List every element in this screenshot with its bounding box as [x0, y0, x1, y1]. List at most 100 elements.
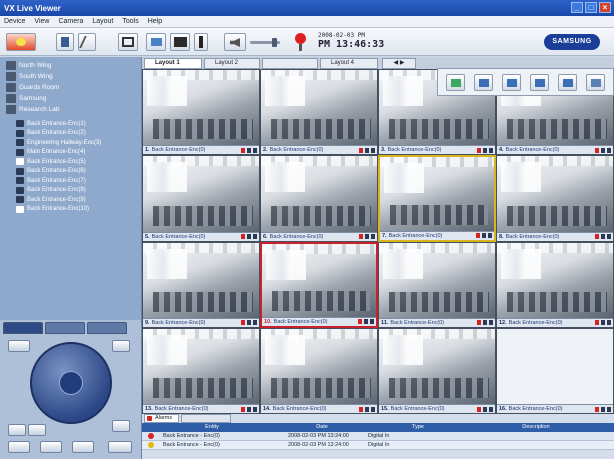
tree-camera[interactable]: Back Entrance-Enc(2)	[4, 129, 137, 139]
tree-group[interactable]: North Wing	[4, 60, 137, 71]
tab-alarms[interactable]: Alarms	[144, 414, 180, 423]
alarm-entity: Back Entrance - Enc(0)	[142, 432, 282, 440]
screen-custom-button[interactable]	[558, 74, 577, 91]
ptz-joystick[interactable]	[30, 342, 112, 424]
cell-number: 5.	[145, 233, 150, 240]
tree-group[interactable]: South Wing	[4, 71, 137, 82]
video-cell[interactable]: 6. Back Entrance-Enc(0)	[260, 155, 378, 242]
video-cell[interactable]: 8. Back Entrance-Enc(0)	[496, 155, 614, 242]
column-description[interactable]: Description	[474, 423, 598, 432]
screen-1x1-button[interactable]	[446, 74, 465, 91]
device-list-button[interactable]	[56, 33, 74, 51]
column-date[interactable]: Date	[282, 423, 362, 432]
focus-near-button[interactable]	[8, 441, 30, 453]
tab-scroll-buttons[interactable]: ◀ ▶	[382, 58, 416, 69]
video-cell-empty[interactable]: 16. Back Entrance-Enc(0)	[496, 327, 614, 414]
cell-camera-name: Back Entrance-Enc(0)	[151, 233, 206, 240]
zoom-out-button[interactable]	[28, 424, 46, 436]
tree-camera-label: Back Entrance-Enc(6)	[27, 168, 86, 175]
menu-tools[interactable]: Tools	[122, 18, 138, 25]
column-type[interactable]: Type	[362, 423, 474, 432]
fullscreen-button[interactable]	[586, 74, 605, 91]
tree-camera[interactable]: Back Entrance-Enc(10)	[4, 205, 137, 215]
screen-3x3-button[interactable]	[502, 74, 521, 91]
video-cell[interactable]: 13. Back Entrance-Enc(0)	[142, 327, 260, 414]
audio-icon	[247, 234, 251, 239]
tree-camera[interactable]: Engineering Hallway-Enc(3)	[4, 138, 137, 148]
playback-button[interactable]	[170, 33, 190, 51]
tab-ptz[interactable]	[3, 322, 43, 334]
video-cell[interactable]: 14. Back Entrance-Enc(0)	[260, 327, 378, 414]
tree-group[interactable]: Samsung	[4, 93, 137, 104]
record-icon	[241, 234, 245, 239]
cell-label: 13. Back Entrance-Enc(0)	[143, 404, 259, 413]
menu-help[interactable]: Help	[148, 18, 162, 25]
video-cell-alarm[interactable]: 10. Back Entrance-Enc(0)	[260, 241, 378, 328]
close-button[interactable]: ×	[599, 2, 611, 13]
tab-layout-2[interactable]: Layout 2	[204, 58, 260, 69]
tree-camera[interactable]: Back Entrance-Enc(9)	[4, 195, 137, 205]
video-cell[interactable]: 5. Back Entrance-Enc(0)	[142, 155, 260, 242]
video-cell[interactable]: 11. Back Entrance-Enc(0)	[378, 241, 496, 328]
video-cell[interactable]: 9. Back Entrance-Enc(0)	[142, 241, 260, 328]
video-frame	[262, 243, 376, 317]
screen-4x4-button[interactable]	[530, 74, 549, 91]
tree-group[interactable]: Research Lab	[4, 104, 137, 115]
record-icon	[595, 320, 599, 326]
video-frame	[261, 156, 377, 232]
video-cell[interactable]: 1. Back Entrance-Enc(0)	[142, 69, 260, 156]
tree-camera[interactable]: Back Entrance-Enc(7)	[4, 176, 137, 186]
layout-view-button[interactable]	[118, 33, 138, 51]
tree-camera[interactable]: Back Entrance-Enc(1)	[4, 119, 137, 129]
iris-open-button[interactable]	[72, 441, 94, 453]
ptz-home-button[interactable]	[112, 420, 130, 432]
alarm-row[interactable]: Back Entrance - Enc(0) 2008-02-03 PM 13:…	[142, 441, 614, 450]
lock-icon	[253, 406, 257, 412]
ptz-center-button[interactable]	[59, 371, 83, 395]
panel-toggle-button[interactable]	[194, 33, 208, 51]
tree-camera[interactable]: Back Entrance-Enc(5)	[4, 157, 137, 167]
video-cell[interactable]: 12. Back Entrance-Enc(0)	[496, 241, 614, 328]
tab-preset[interactable]	[45, 322, 85, 334]
menu-view[interactable]: View	[34, 18, 49, 25]
cell-camera-name: Back Entrance-Enc(0)	[269, 147, 324, 154]
volume-button[interactable]	[224, 33, 246, 51]
minimize-button[interactable]: _	[571, 2, 583, 13]
tree-camera[interactable]: Main Entrance-Enc(4)	[4, 148, 137, 158]
tab-events[interactable]	[181, 414, 232, 423]
iris-close-button[interactable]	[108, 441, 132, 453]
volume-slider[interactable]	[250, 38, 280, 47]
audio-icon	[483, 320, 487, 326]
tab-tour[interactable]	[87, 322, 127, 334]
tab-layout-4[interactable]: Layout 4	[320, 58, 378, 69]
capture-button[interactable]	[146, 33, 166, 51]
alarm-row[interactable]: Back Entrance - Enc(0) 2008-02-03 PM 13:…	[142, 432, 614, 441]
ptz-option-button[interactable]	[112, 340, 130, 352]
menu-camera[interactable]: Camera	[58, 18, 83, 25]
tree-group[interactable]: Guards Room	[4, 82, 137, 93]
tab-layout-1[interactable]: Layout 1	[144, 58, 202, 69]
bar-icon	[199, 36, 203, 48]
zoom-in-button[interactable]	[8, 424, 26, 436]
video-frame	[143, 242, 259, 318]
tab-layout-3[interactable]	[262, 58, 318, 69]
video-cell-selected[interactable]: 7. Back Entrance-Enc(0)	[378, 155, 496, 242]
building-icon	[6, 61, 16, 70]
column-entity[interactable]: Entity	[142, 423, 282, 432]
focus-far-button[interactable]	[40, 441, 62, 453]
alarm-indicator[interactable]	[293, 33, 307, 53]
screen-2x2-button[interactable]	[474, 74, 493, 91]
tree-camera[interactable]: Back Entrance-Enc(8)	[4, 186, 137, 196]
window-controls: _ □ ×	[571, 2, 611, 13]
video-cell[interactable]: 15. Back Entrance-Enc(0)	[378, 327, 496, 414]
volume-slider-handle[interactable]	[272, 38, 277, 47]
menu-layout[interactable]: Layout	[92, 18, 113, 25]
record-toggle-button[interactable]	[6, 33, 36, 51]
maximize-button[interactable]: □	[585, 2, 597, 13]
ptz-camera-button[interactable]	[8, 340, 30, 352]
cell-number: 8.	[499, 233, 504, 240]
menu-device[interactable]: Device	[4, 18, 25, 25]
settings-button[interactable]	[78, 33, 96, 51]
tree-camera[interactable]: Back Entrance-Enc(6)	[4, 167, 137, 177]
video-cell[interactable]: 2. Back Entrance-Enc(0)	[260, 69, 378, 156]
